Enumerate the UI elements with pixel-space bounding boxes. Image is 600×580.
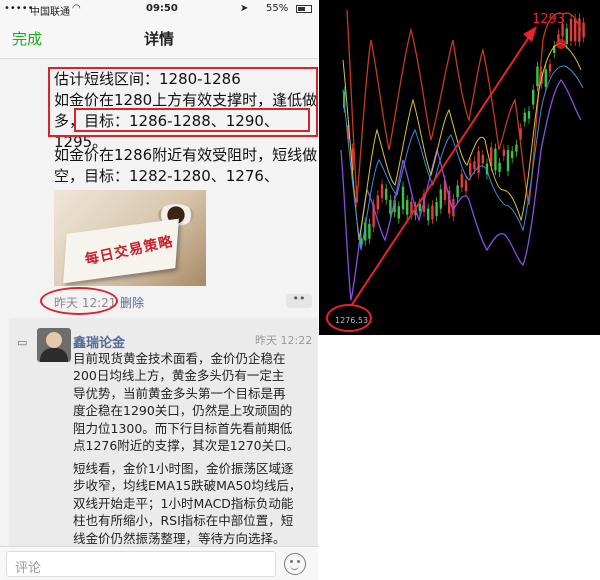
candle-body [473,161,476,170]
comment-author[interactable]: 鑫瑞论金 [73,332,125,351]
comment-icon: ▭ [17,336,28,349]
candle-body [565,28,568,44]
candle-body [376,195,379,210]
candle-body [464,180,468,192]
candle-body [435,201,438,216]
candle-body [494,148,497,171]
comment-input-bar: 评论 [0,546,318,580]
candle-body [544,69,547,87]
comment-input[interactable]: 评论 [6,551,276,577]
candle-body [515,144,518,152]
carrier-label: 中国联通 [30,7,70,18]
high-price-label: 1293 [532,12,566,27]
battery-icon [296,5,312,13]
candle-body [582,22,585,38]
candle-body [477,151,480,173]
comment-line: 步收窄，均线EMA15跌破MA50均线后， [73,478,302,494]
emoji-icon[interactable] [284,553,306,575]
comment-section: ▭ 鑫瑞论金 昨天 12:22 目前现货黄金技术面看，金价仍企稳在 200日均线… [9,318,318,546]
comment-line: 短线看，金价1小时图，金价振荡区域逐 [73,461,294,476]
low-price-label: 1276.53 [335,316,369,325]
candle-body [527,111,531,119]
annotation-box-target [74,108,310,132]
candle-body [523,112,526,122]
delete-button[interactable]: 删除 [120,294,144,311]
avatar[interactable] [37,328,71,362]
candle-body [406,200,409,215]
post-image[interactable]: 每日交易策略 [54,190,206,286]
comment-time: 昨天 12:22 [255,334,313,347]
wifi-icon: ◠ [72,3,81,14]
comment-line: 目前现货黄金技术面看，金价仍企稳在 [73,351,286,366]
comment-line: 点1276附近的支撑，其次是1270关口。 [73,438,300,454]
battery-percent: 55% [266,3,289,14]
status-bar: ••••• 中国联通 ◠ 09:50 ➤ 55% [0,0,318,18]
indicator-band-red [346,9,582,206]
candle-body [427,208,430,221]
annotation-ellipse-time [40,287,118,315]
candle-body [498,162,501,172]
candle-body [460,174,463,188]
page-title: 详情 [143,30,174,48]
high-point-marker [556,39,566,49]
more-button[interactable]: •• [286,293,312,308]
candle-body [456,185,459,198]
location-icon: ➤ [240,3,249,14]
candle-body [574,18,577,42]
comment-line: 柱也有所缩小，RSI指标在中部位置，短 [73,513,294,529]
candle-body [385,188,388,200]
comment-paragraph-1: 目前现货黄金技术面看，金价仍企稳在 200日均线上方，黄金多头仍有一定主 导优势… [73,350,305,454]
trend-arrow [350,33,532,307]
candle-body [439,189,442,209]
candle-body [431,205,434,220]
wechat-moment-panel: ••••• 中国联通 ◠ 09:50 ➤ 55% 完成 详情 估计短线区间：12… [0,0,318,580]
comment-line: 度企稳在1290关口，仍然是上攻顽固的 [73,403,293,419]
comment-line: 200日均线上方，黄金多头仍有一定主 [73,368,285,384]
candle-body [569,18,573,42]
candlesticks [343,13,585,251]
candle-body [502,149,505,157]
candle-body [506,150,510,172]
comment-line: 双线开始走平；1小时MACD指标负动能 [73,495,294,511]
clock: 09:50 [146,3,178,14]
price-chart: 1276.53 1293 [319,0,600,335]
candle-body [532,89,535,105]
candle-body [511,151,514,159]
candle-body [469,162,472,176]
comment-line: 导优势，当前黄金多头第一个目标是再 [73,385,286,401]
candle-body [481,154,484,164]
candle-body [368,223,371,239]
comment-line: 线金价仍然振荡整理，等待方向选择。 [73,530,286,546]
candle-body [578,18,581,42]
nav-bar: 完成 详情 [0,18,318,59]
comment-line: 阻力位1300。而下行目标首先看前期低 [73,420,293,436]
chart-canvas [326,9,585,332]
candle-body [397,206,400,219]
candle-body [389,199,392,214]
comment-paragraph-2: 短线看，金价1小时图，金价振荡区域逐 步收窄，均线EMA15跌破MA50均线后，… [73,460,305,547]
candle-body [548,64,552,72]
post-line: 如金价在1286附近有效受阻时，短线做 [54,146,318,164]
candle-body [536,66,539,87]
candle-body [380,184,384,198]
trend-arrow-head [523,26,537,42]
candle-body [401,186,405,210]
